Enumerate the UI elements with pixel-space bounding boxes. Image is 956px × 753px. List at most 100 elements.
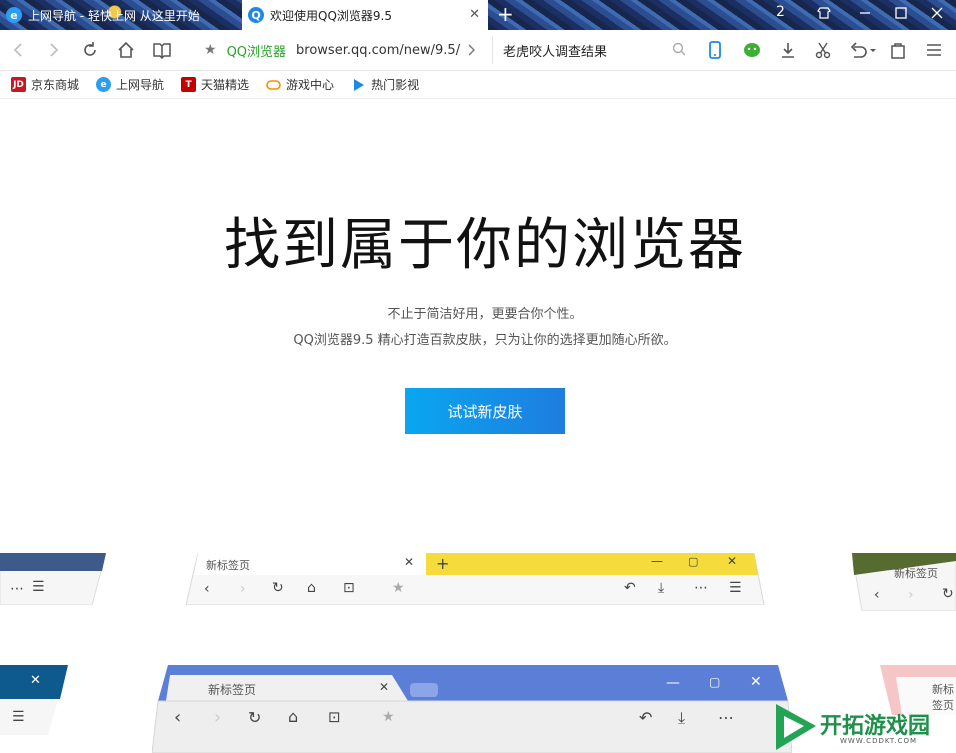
ie-e-icon: e	[96, 77, 112, 92]
maximize-icon[interactable]	[894, 6, 908, 24]
bookmark-navigation[interactable]: e 上网导航	[96, 76, 164, 93]
ie-e-icon: e	[6, 7, 22, 23]
search-icon[interactable]	[672, 42, 686, 60]
undo-icon: ↶	[624, 580, 636, 596]
preview-tab-label: 新标签页	[894, 567, 938, 580]
home-icon: ⌂	[307, 580, 316, 596]
close-icon: ✕	[30, 673, 41, 688]
forward-icon[interactable]	[42, 38, 66, 62]
gamepad-icon	[266, 77, 281, 92]
book-icon: ⊡	[343, 580, 355, 596]
bookmark-videos[interactable]: 热门影视	[351, 76, 419, 93]
refresh-icon: ↻	[942, 586, 954, 602]
new-tab-button[interactable]: +	[497, 2, 514, 26]
maximize-icon: ▢	[688, 555, 699, 568]
preview-tab-label: 新标签页	[206, 559, 250, 572]
page-title: 找到属于你的浏览器	[224, 213, 746, 278]
skin-preview-yellow[interactable]: 新标签页 ✕ + — ▢ ✕ ‹ › ↻ ⌂ ⊡ ★ ↶ ⤓ ⋯ ☰	[186, 553, 766, 605]
refresh-icon: ↻	[272, 580, 284, 596]
favorites-book-icon[interactable]	[150, 38, 174, 62]
forward-icon: ›	[908, 587, 914, 603]
bookmark-label: 游戏中心	[286, 78, 335, 92]
wechat-icon[interactable]	[740, 38, 764, 62]
refresh-icon: ↻	[248, 708, 262, 727]
tab-welcome[interactable]: Q 欢迎使用QQ浏览器9.5 ✕	[242, 0, 488, 30]
close-icon: ✕	[379, 680, 390, 694]
book-icon: ⊡	[328, 708, 341, 726]
play-icon	[351, 77, 366, 92]
watermark-url: WWW.CDDKT.COM	[840, 737, 918, 745]
bookmark-label: 天猫精选	[201, 78, 250, 92]
skin-preview-blue[interactable]: 新标签页 ✕ — ▢ ✕ ‹ › ↻ ⌂ ⊡ ★ ↶ ⤓ ⋯	[152, 665, 792, 753]
menu-icon[interactable]	[922, 38, 946, 62]
bookmark-jd[interactable]: JD 京东商城	[11, 76, 79, 93]
tmall-icon: T	[181, 77, 197, 92]
close-icon: ✕	[727, 554, 738, 568]
undo-icon[interactable]	[846, 38, 878, 62]
bookmark-label: 上网导航	[116, 78, 165, 92]
menu-icon: ☰	[32, 579, 45, 595]
skin-preview-right-top[interactable]: 新标签页 ‹ › ↻	[846, 553, 956, 611]
tab-title: 上网导航 - 轻快上网 从这里开始	[28, 8, 200, 23]
more-icon: ⋯	[718, 708, 734, 727]
back-icon[interactable]	[6, 38, 30, 62]
minimize-icon: —	[651, 554, 663, 568]
tab-count-badge[interactable]: 2	[776, 4, 785, 20]
bookmark-games[interactable]: 游戏中心	[266, 76, 334, 93]
home-icon: ⌂	[288, 707, 299, 726]
subtitle-line-1: 不止于简洁好用，更要合你个性。	[387, 307, 583, 322]
preview-tab-label: 新标签页	[208, 683, 257, 697]
bag-icon[interactable]	[886, 38, 910, 62]
close-window-icon[interactable]	[930, 6, 944, 24]
star-icon: ★	[392, 580, 405, 596]
tab-navigation[interactable]: e 上网导航 - 轻快上网 从这里开始	[0, 0, 242, 30]
forward-icon: ›	[214, 707, 222, 728]
skin-icon[interactable]	[817, 6, 831, 24]
tab-title: 欢迎使用QQ浏览器9.5	[270, 8, 392, 23]
bookmark-star-icon[interactable]: ★	[204, 42, 217, 58]
download-icon: ⤓	[678, 708, 686, 727]
home-icon[interactable]	[114, 38, 138, 62]
more-icon: ⋯	[694, 580, 708, 596]
maximize-icon: ▢	[709, 675, 721, 689]
menu-icon: ☰	[12, 709, 25, 725]
navigation-bar: ★ QQ浏览器 browser.qq.com/new/9.5/ 老虎咬人调查结果	[0, 30, 956, 71]
plus-icon: +	[436, 554, 450, 573]
scissors-icon[interactable]	[811, 38, 835, 62]
search-input[interactable]: 老虎咬人调查结果	[492, 36, 692, 64]
watermark-name: 开拓游戏园	[820, 714, 931, 739]
minimize-icon[interactable]	[858, 6, 872, 24]
minimize-icon: —	[666, 675, 680, 691]
close-icon: ✕	[404, 555, 415, 569]
watermark-logo: 开拓游戏园 WWW.CDDKT.COM	[770, 700, 956, 753]
subtitle-line-2: QQ浏览器9.5 精心打造百款皮肤，只为让你的选择更加随心所欲。	[293, 333, 677, 348]
address-bar[interactable]: ★ QQ浏览器 browser.qq.com/new/9.5/	[190, 36, 490, 64]
star-icon: ★	[382, 709, 395, 725]
qq-browser-icon: Q	[248, 7, 264, 23]
bookmark-label: 热门影视	[371, 78, 420, 92]
bookmark-tmall[interactable]: T 天猫精选	[181, 76, 249, 93]
phone-icon[interactable]	[703, 38, 727, 62]
download-icon[interactable]	[776, 38, 800, 62]
chevron-right-icon[interactable]	[460, 38, 484, 62]
forward-icon: ›	[240, 581, 246, 597]
url-text: browser.qq.com/new/9.5/	[296, 42, 461, 58]
undo-icon: ↶	[639, 708, 653, 727]
search-text: 老虎咬人调查结果	[503, 44, 608, 60]
close-icon: ✕	[750, 674, 762, 690]
more-icon: ⋯	[10, 581, 24, 597]
skin-preview-left-bottom[interactable]: ✕ ☰	[0, 665, 70, 735]
bookmark-label: 京东商城	[31, 78, 80, 92]
jd-icon: JD	[11, 77, 26, 92]
close-tab-icon[interactable]: ✕	[469, 7, 480, 22]
back-icon: ‹	[874, 587, 880, 603]
back-icon: ‹	[174, 707, 182, 728]
bookmarks-bar: JD 京东商城 e 上网导航 T 天猫精选 游戏中心 热门影视	[0, 71, 956, 99]
try-new-skin-button[interactable]: 试试新皮肤	[405, 388, 565, 434]
title-bar: e 上网导航 - 轻快上网 从这里开始 Q 欢迎使用QQ浏览器9.5 ✕ + 2	[0, 0, 956, 30]
back-icon: ‹	[204, 581, 210, 597]
menu-icon: ☰	[729, 580, 742, 596]
site-name: QQ浏览器	[226, 44, 287, 60]
skin-preview-left-top[interactable]: ⋯ ☰	[0, 553, 106, 605]
refresh-icon[interactable]	[78, 38, 102, 62]
